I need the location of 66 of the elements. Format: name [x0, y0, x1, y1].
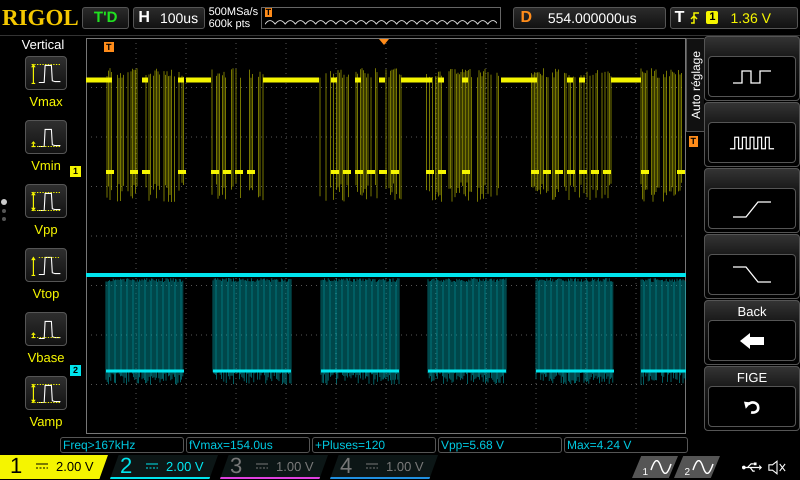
measure-label: Vmax: [29, 94, 63, 109]
channel-tab[interactable]: 4 1.00 V: [330, 455, 438, 479]
trigger-box[interactable]: T 1 1.36 V: [670, 6, 798, 28]
dc-coupling-icon: [366, 462, 378, 470]
trigger-source-badge: 1: [706, 11, 718, 24]
measurement-readout: fVmax=154.0us: [186, 437, 310, 453]
softkey-button[interactable]: [704, 102, 800, 167]
page-dot[interactable]: [1, 199, 7, 205]
sine-wave-icon: [650, 460, 672, 474]
generator-tab[interactable]: 2: [674, 456, 720, 478]
softkey-button[interactable]: FIGE: [704, 366, 800, 431]
delay-value: 554.000000us: [548, 10, 637, 26]
rising-edge-icon: [732, 198, 772, 218]
dc-coupling-icon: [36, 462, 48, 470]
channel-tab[interactable]: 2 2.00 V: [110, 455, 218, 479]
measure-button[interactable]: [25, 248, 67, 282]
side-tab[interactable]: Auto réglage: [686, 38, 704, 132]
dc-coupling-icon: [146, 462, 158, 470]
dc-coupling-icon: [256, 462, 268, 470]
trigger-position-marker: T: [264, 8, 272, 16]
channel-tab[interactable]: 1 2.00 V: [0, 455, 108, 479]
delay-box[interactable]: D 554.000000us: [513, 6, 666, 28]
softkey-button[interactable]: Back: [704, 300, 800, 365]
logo: RIGOL: [2, 4, 78, 30]
generator-tab[interactable]: 1: [632, 456, 678, 478]
sample-rate: 500MSa/s: [208, 6, 257, 18]
timebase-value: 100us: [160, 10, 198, 26]
measure-button[interactable]: [25, 312, 67, 346]
measurement-readout: Vpp=5.68 V: [438, 437, 562, 453]
timebase-label: H: [138, 8, 150, 26]
rising-edge-icon: [690, 10, 700, 24]
measure-button[interactable]: [25, 184, 67, 218]
measure-label: Vtop: [32, 286, 60, 301]
measurement-readout: +Pluses=120: [312, 437, 436, 453]
back-arrow-icon: [739, 332, 765, 350]
measure-button[interactable]: [25, 376, 67, 410]
square-wave-icon: [732, 68, 772, 84]
measurement-readout: Freq>167kHz: [60, 437, 184, 453]
center-marker-icon: [379, 39, 389, 45]
sine-wave-icon: [692, 460, 714, 474]
measure-label: Vpp: [34, 222, 58, 237]
measure-label: Vamp: [30, 414, 62, 429]
measurement-readout: Max=4.24 V: [564, 437, 688, 453]
measure-button[interactable]: [25, 56, 67, 90]
trigger-level-marker[interactable]: T: [688, 136, 698, 147]
measure-button[interactable]: [25, 120, 67, 154]
channel-marker[interactable]: 1: [70, 166, 82, 177]
undo-icon: [743, 398, 761, 414]
trigger-label: T: [674, 8, 684, 26]
menu-title: Vertical: [22, 37, 64, 52]
measure-label: Vbase: [28, 350, 64, 365]
memory-depth: 600k pts: [208, 18, 252, 30]
page-dot[interactable]: [2, 217, 6, 221]
channel-marker[interactable]: 2: [70, 365, 82, 376]
page-dot[interactable]: [2, 209, 6, 213]
trigger-level: 1.36 V: [730, 10, 771, 26]
trigger-position-marker[interactable]: T: [104, 42, 114, 52]
speaker-muted-icon: [768, 460, 786, 474]
channel-tab[interactable]: 3 1.00 V: [220, 455, 328, 479]
delay-label: D: [520, 8, 532, 26]
usb-icon: [742, 462, 762, 472]
falling-edge-icon: [732, 264, 772, 284]
run-status: T'D: [82, 6, 130, 28]
measure-label: Vmin: [31, 158, 61, 173]
pulse-train-icon: [729, 134, 775, 150]
timebase-box[interactable]: H 100us: [133, 6, 205, 28]
